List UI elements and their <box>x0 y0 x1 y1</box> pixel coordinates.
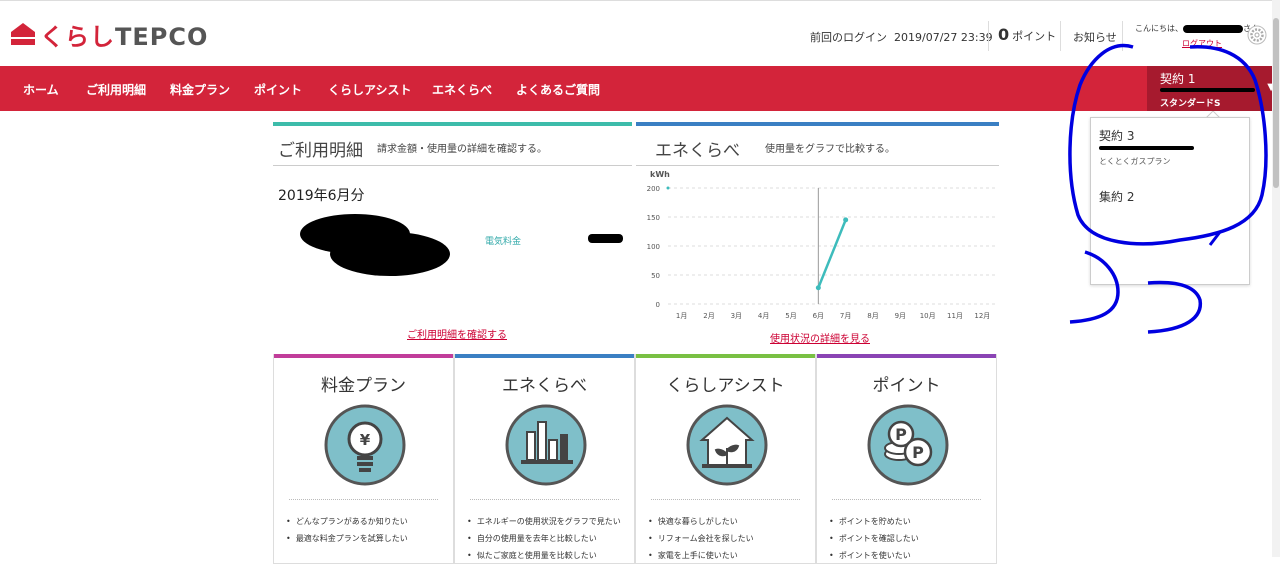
card-item: 家電を上手に使いたい <box>657 551 738 560</box>
card-item: ポイントを貯めたい <box>838 517 911 526</box>
svg-text:P: P <box>912 443 924 462</box>
feature-cards: 料金プラン ¥ • どんなプランがあるか知りたい • 最適な料金プランを試算した… <box>273 354 999 564</box>
card-bullet: • 似たご家庭と使用量を比較したい <box>467 551 597 560</box>
x-tick-label: 12月 <box>974 312 990 320</box>
compare-desc: 使用量をグラフで比較する。 <box>765 144 895 155</box>
series-line <box>817 219 847 289</box>
card-item: 最適な料金プランを試算したい <box>295 534 408 543</box>
x-tick-label: 8月 <box>867 312 878 320</box>
card-title: くらしアシスト <box>666 376 785 396</box>
svg-text:P: P <box>895 425 907 444</box>
card-points[interactable]: ポイント P P • ポイントを貯めたい • ポイントを確認したい • ポイント… <box>816 354 997 564</box>
x-tick-label: 10月 <box>920 312 936 320</box>
card-title: エネくらべ <box>502 376 587 396</box>
card-bullet: • 自分の使用量を去年と比較したい <box>467 534 597 543</box>
lightbulb-yen-icon: ¥ <box>324 404 406 486</box>
card-accent <box>817 354 996 358</box>
x-tick-label: 3月 <box>731 312 742 320</box>
usage-panel-accent <box>273 122 632 126</box>
y-axis-top-dot <box>666 186 670 190</box>
usage-desc: 請求金額・使用量の詳細を確認する。 <box>377 144 547 155</box>
card-item: 自分の使用量を去年と比較したい <box>476 534 597 543</box>
billing-month: 2019年6月分 <box>278 188 365 204</box>
scrollbar-thumb[interactable] <box>1273 18 1279 188</box>
usage-title: ご利用明細 <box>278 141 363 161</box>
usage-line-chart: kWh 0 50 100 150 200 1月 2月 3月 4月 5月 6月 7月 8月 9月 10月 11月 1… <box>647 170 996 320</box>
card-bullet: • ポイントを貯めたい <box>829 517 911 526</box>
card-divider <box>470 499 619 500</box>
electric-amount-redacted <box>588 234 623 243</box>
y-tick-label: 100 <box>647 243 660 251</box>
y-tick-label: 200 <box>647 185 660 193</box>
compare-title: エネくらべ <box>655 141 740 161</box>
card-rate-plan[interactable]: 料金プラン ¥ • どんなプランがあるか知りたい • 最適な料金プランを試算した… <box>273 354 454 564</box>
card-bullet: • ポイントを確認したい <box>829 534 919 543</box>
x-tick-label: 7月 <box>840 312 851 320</box>
card-item: エネルギーの使用状況をグラフで見たい <box>476 517 621 526</box>
card-title: ポイント <box>872 376 941 396</box>
compare-divider <box>636 165 999 166</box>
usage-divider <box>273 165 632 166</box>
x-tick-label: 2月 <box>703 312 714 320</box>
x-tick-label: 1月 <box>676 312 687 320</box>
y-tick-label: 0 <box>656 301 660 309</box>
x-tick-label: 4月 <box>758 312 769 320</box>
usage-details-link[interactable]: ご利用明細を確認する <box>407 326 507 341</box>
card-item: 快適な暮らしがしたい <box>657 517 738 526</box>
amount-redaction <box>300 214 450 276</box>
y-axis-label: kWh <box>650 170 670 179</box>
usage-status-link[interactable]: 使用状況の詳細を見る <box>770 330 870 345</box>
bar-chart-icon <box>505 404 587 486</box>
data-point <box>815 285 821 291</box>
card-divider <box>651 499 800 500</box>
x-tick-label: 6月 <box>813 312 824 320</box>
card-accent <box>274 354 453 358</box>
card-ene-kurabe[interactable]: エネくらべ • エネルギーの使用状況をグラフで見たい • 自分の使用量を去年と比… <box>454 354 635 564</box>
card-bullet: • どんなプランがあるか知りたい <box>286 517 408 526</box>
card-divider <box>832 499 981 500</box>
svg-text:¥: ¥ <box>360 431 371 449</box>
data-point <box>843 217 849 223</box>
card-bullet: • 快適な暮らしがしたい <box>648 517 738 526</box>
card-item: 似たご家庭と使用量を比較したい <box>476 551 597 560</box>
card-item: どんなプランがあるか知りたい <box>295 517 408 526</box>
card-divider <box>289 499 438 500</box>
card-bullet: • ポイントを使いたい <box>829 551 911 560</box>
house-plant-icon <box>686 404 768 486</box>
card-item: ポイントを使いたい <box>838 551 911 560</box>
electric-charge-label: 電気料金 <box>485 237 522 247</box>
card-title: 料金プラン <box>321 376 406 396</box>
point-coins-icon: P P <box>867 404 949 486</box>
y-tick-label: 150 <box>647 214 660 222</box>
card-accent <box>636 354 815 358</box>
card-bullet: • 家電を上手に使いたい <box>648 551 738 560</box>
compare-panel-accent <box>636 122 999 126</box>
card-kurashi-assist[interactable]: くらしアシスト • 快適な暮らしがしたい • リフォーム会社を探したい • 家電… <box>635 354 816 564</box>
x-tick-label: 9月 <box>895 312 906 320</box>
card-bullet: • エネルギーの使用状況をグラフで見たい <box>467 517 621 526</box>
card-item: リフォーム会社を探したい <box>657 534 754 543</box>
card-accent <box>455 354 634 358</box>
x-tick-label: 5月 <box>785 312 796 320</box>
card-item: ポイントを確認したい <box>838 534 919 543</box>
x-tick-label: 11月 <box>947 312 963 320</box>
card-bullet: • 最適な料金プランを試算したい <box>286 534 408 543</box>
y-tick-label: 50 <box>651 272 660 280</box>
card-bullet: • リフォーム会社を探したい <box>648 534 754 543</box>
